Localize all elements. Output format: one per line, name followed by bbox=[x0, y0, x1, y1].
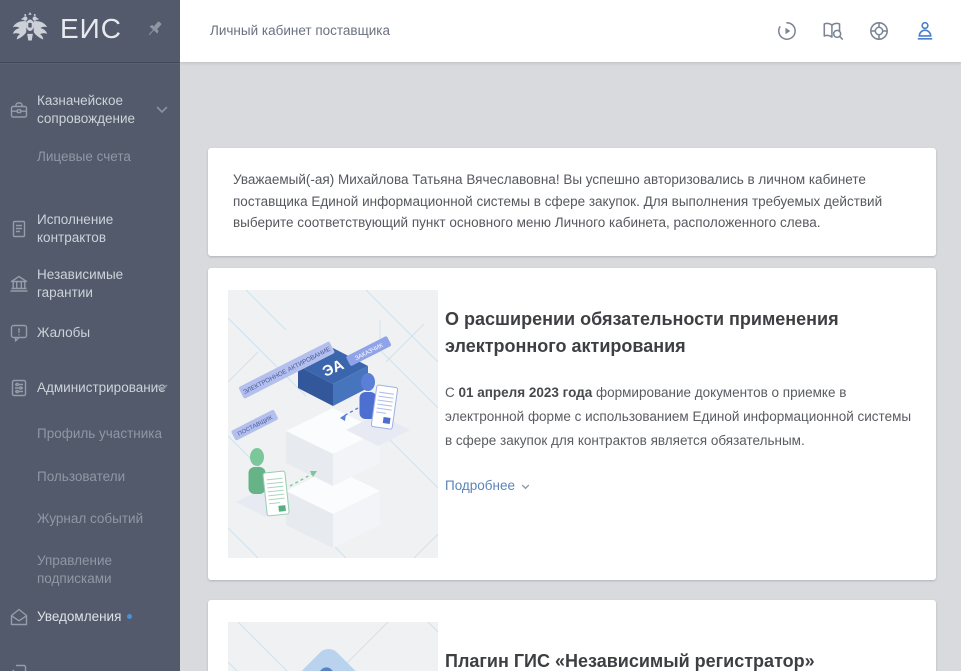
sidebar-item-label: Исполнение контрактов bbox=[37, 211, 180, 247]
sidebar-item-notifications[interactable]: Уведомления bbox=[0, 606, 180, 628]
main-content: Уважаемый(-ая) Михайлова Татьяна Вячесла… bbox=[180, 62, 961, 671]
more-link[interactable]: Подробнее bbox=[445, 478, 530, 493]
independent-registrar-illustration bbox=[228, 622, 438, 671]
topbar-icon-group bbox=[775, 0, 937, 62]
news-title[interactable]: Плагин ГИС «Независимый регистратор» bbox=[445, 648, 927, 671]
support-icon[interactable] bbox=[867, 19, 891, 43]
news-text-column: О расширении обязательности применения э… bbox=[445, 306, 927, 493]
profile-icon[interactable] bbox=[913, 19, 937, 43]
manual-search-icon[interactable] bbox=[821, 19, 845, 43]
exit-icon bbox=[8, 662, 30, 671]
sidebar-item-contract-execution[interactable]: Исполнение контрактов bbox=[0, 211, 180, 247]
welcome-card: Уважаемый(-ая) Михайлова Татьяна Вячесла… bbox=[208, 148, 936, 256]
video-help-icon[interactable] bbox=[775, 19, 799, 43]
chevron-down-icon[interactable] bbox=[156, 106, 168, 114]
chevron-down-icon[interactable] bbox=[156, 384, 168, 392]
sidebar-item-independent-guarantees[interactable]: Независимые гарантии bbox=[0, 266, 180, 302]
app-logo-text: ЕИС bbox=[60, 13, 122, 45]
sidebar: ЕИС Казначейское сопровождение Лицевые с… bbox=[0, 0, 180, 671]
news-card-electronic-acting: ЭА ЭЛЕКТРОННОЕ АКТИРОВАНИЕ ЗАКАЗЧИК bbox=[208, 268, 936, 580]
admin-list-icon bbox=[8, 377, 30, 399]
news-body-date: 01 апреля 2023 года bbox=[459, 385, 593, 400]
sidebar-item-users[interactable]: Пользователи bbox=[37, 468, 125, 486]
sidebar-item-complaints[interactable]: Жалобы bbox=[0, 322, 180, 344]
sidebar-item-partial-bottom[interactable] bbox=[0, 662, 180, 671]
news-text-column: Плагин ГИС «Независимый регистратор» bbox=[445, 648, 927, 671]
news-body-prefix: С bbox=[445, 385, 459, 400]
sidebar-item-label: Уведомления bbox=[37, 608, 156, 626]
sidebar-item-personal-accounts[interactable]: Лицевые счета bbox=[37, 148, 131, 166]
more-link-label: Подробнее bbox=[445, 478, 515, 493]
sidebar-item-administration[interactable]: Администрирование bbox=[0, 377, 180, 399]
news-title[interactable]: О расширении обязательности применения э… bbox=[445, 306, 927, 360]
sidebar-item-event-journal[interactable]: Журнал событий bbox=[37, 510, 143, 528]
news-card-independent-registrar: Плагин ГИС «Независимый регистратор» bbox=[208, 600, 936, 671]
briefcase-icon bbox=[8, 99, 30, 121]
supplier-cabinet-page: ЕИС Казначейское сопровождение Лицевые с… bbox=[0, 0, 961, 671]
sidebar-item-label: Независимые гарантии bbox=[37, 266, 180, 302]
sidebar-item-label: Жалобы bbox=[37, 324, 114, 342]
complaint-bubble-icon bbox=[8, 322, 30, 344]
document-icon bbox=[8, 218, 30, 240]
page-title: Личный кабинет поставщика bbox=[210, 23, 390, 38]
news-body: С 01 апреля 2023 года формирование докум… bbox=[445, 381, 921, 453]
sidebar-item-participant-profile[interactable]: Профиль участника bbox=[37, 425, 162, 443]
envelope-icon bbox=[8, 606, 30, 628]
welcome-message: Уважаемый(-ая) Михайлова Татьяна Вячесла… bbox=[233, 169, 911, 234]
sidebar-item-treasury-support[interactable]: Казначейское сопровождение bbox=[0, 92, 180, 128]
topbar: Личный кабинет поставщика bbox=[180, 0, 961, 62]
russia-eagle-emblem-icon bbox=[9, 9, 51, 51]
chevron-down-icon bbox=[521, 484, 530, 490]
sidebar-item-subscriptions[interactable]: Управление подписками bbox=[37, 552, 180, 588]
bank-icon bbox=[8, 273, 30, 295]
notification-dot-badge bbox=[127, 614, 132, 619]
sidebar-header: ЕИС bbox=[0, 0, 180, 63]
electronic-acting-illustration: ЭА ЭЛЕКТРОННОЕ АКТИРОВАНИЕ ЗАКАЗЧИК bbox=[228, 290, 438, 558]
pin-sidebar-icon[interactable] bbox=[144, 18, 166, 40]
